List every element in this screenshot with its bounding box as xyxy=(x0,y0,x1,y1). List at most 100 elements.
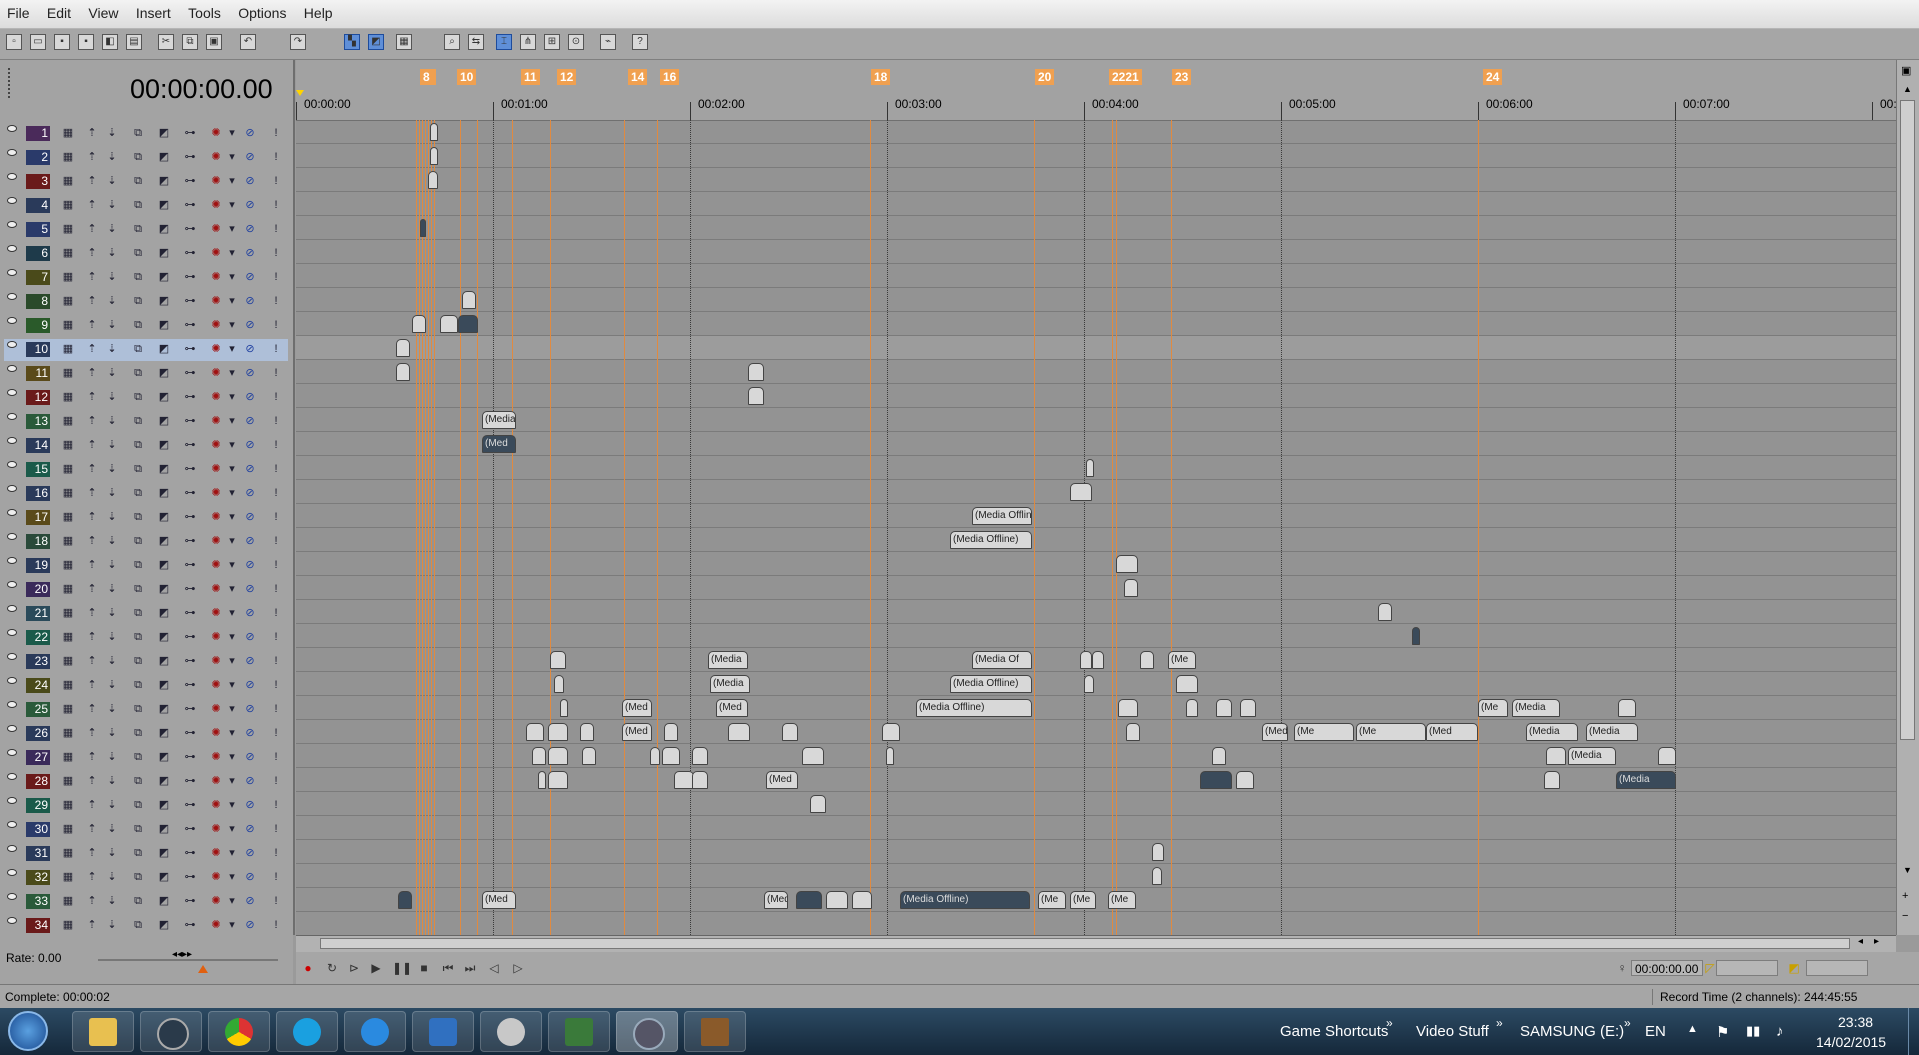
solo-icon[interactable]: ! xyxy=(270,319,282,331)
volume-icon[interactable]: ♪ xyxy=(1776,1023,1784,1040)
make-compositing-parent-icon[interactable]: ⇡ xyxy=(86,607,98,619)
solo-icon[interactable]: ! xyxy=(270,367,282,379)
menu-edit[interactable]: Edit xyxy=(40,0,78,26)
composite-mode-icon[interactable]: ▦ xyxy=(62,679,74,691)
make-compositing-parent-icon[interactable]: ⇡ xyxy=(86,319,98,331)
track-expand-icon[interactable] xyxy=(7,725,17,732)
media-clip[interactable] xyxy=(1140,651,1154,669)
make-compositing-parent-icon[interactable]: ⇡ xyxy=(86,559,98,571)
mute-icon[interactable]: ⊘ xyxy=(244,607,256,619)
make-compositing-child-icon[interactable]: ⇣ xyxy=(106,847,118,859)
track-header-5[interactable]: 5 ▦ ⇡ ⇣ ⧉ ◩ ⊶ ✺ ▾ ⊘! xyxy=(4,219,288,241)
track-expand-icon[interactable] xyxy=(7,197,17,204)
composite-mode-icon[interactable]: ▦ xyxy=(62,823,74,835)
track-motion-icon[interactable]: ⧉ xyxy=(132,751,144,763)
track-expand-icon[interactable] xyxy=(7,269,17,276)
audio-app-taskbar-icon[interactable] xyxy=(480,1011,542,1052)
expand-track-icon[interactable]: ⊶ xyxy=(184,343,196,355)
minecraft-taskbar-icon[interactable] xyxy=(684,1011,746,1052)
track-lane[interactable] xyxy=(296,792,1896,816)
menu-options[interactable]: Options xyxy=(231,0,293,26)
track-lane[interactable] xyxy=(296,360,1896,384)
hscroll-thumb[interactable] xyxy=(320,938,1850,949)
solo-icon[interactable]: ! xyxy=(270,895,282,907)
media-clip[interactable] xyxy=(560,699,568,717)
composite-mode-icon[interactable]: ▦ xyxy=(62,847,74,859)
marker-flag[interactable]: 12 xyxy=(557,69,577,85)
compositing-mode-icon[interactable]: ✺ xyxy=(210,487,222,499)
track-header-18[interactable]: 18 ▦ ⇡ ⇣ ⧉ ◩ ⊶ ✺ ▾ ⊘! xyxy=(4,531,288,553)
mute-icon[interactable]: ⊘ xyxy=(244,751,256,763)
mute-icon[interactable]: ⊘ xyxy=(244,319,256,331)
track-lane[interactable] xyxy=(296,264,1896,288)
track-header-24[interactable]: 24 ▦ ⇡ ⇣ ⧉ ◩ ⊶ ✺ ▾ ⊘! xyxy=(4,675,288,697)
dropdown-icon[interactable]: ▾ xyxy=(226,655,238,667)
track-fx-icon[interactable]: ◩ xyxy=(158,151,170,163)
compositing-mode-icon[interactable]: ✺ xyxy=(210,895,222,907)
solo-icon[interactable]: ! xyxy=(270,703,282,715)
media-clip[interactable] xyxy=(1658,747,1676,765)
make-compositing-child-icon[interactable]: ⇣ xyxy=(106,319,118,331)
solo-icon[interactable]: ! xyxy=(270,247,282,259)
expand-track-icon[interactable]: ⊶ xyxy=(184,607,196,619)
track-motion-icon[interactable]: ⧉ xyxy=(132,247,144,259)
composite-mode-icon[interactable]: ▦ xyxy=(62,319,74,331)
network-icon[interactable]: ▮▮ xyxy=(1746,1023,1760,1039)
track-lane[interactable] xyxy=(296,240,1896,264)
make-compositing-child-icon[interactable]: ⇣ xyxy=(106,559,118,571)
mute-icon[interactable]: ⊘ xyxy=(244,127,256,139)
track-fx-icon[interactable]: ◩ xyxy=(158,631,170,643)
expand-track-icon[interactable]: ⊶ xyxy=(184,751,196,763)
track-expand-icon[interactable] xyxy=(7,701,17,708)
vegas-taskbar-icon[interactable] xyxy=(616,1011,678,1052)
media-app-taskbar-icon[interactable] xyxy=(344,1011,406,1052)
track-header-15[interactable]: 15 ▦ ⇡ ⇣ ⧉ ◩ ⊶ ✺ ▾ ⊘! xyxy=(4,459,288,481)
composite-mode-icon[interactable]: ▦ xyxy=(62,271,74,283)
track-motion-icon[interactable]: ⧉ xyxy=(132,319,144,331)
media-clip[interactable]: (Media Offline) xyxy=(916,699,1032,717)
make-compositing-parent-icon[interactable]: ⇡ xyxy=(86,271,98,283)
track-motion-icon[interactable]: ⧉ xyxy=(132,847,144,859)
media-clip[interactable]: (Med xyxy=(766,771,798,789)
new-project-icon[interactable]: ▫ xyxy=(6,34,22,50)
mute-icon[interactable]: ⊘ xyxy=(244,439,256,451)
media-player-taskbar-icon[interactable] xyxy=(412,1011,474,1052)
expand-track-icon[interactable]: ⊶ xyxy=(184,727,196,739)
media-clip[interactable]: (Med xyxy=(622,723,652,741)
dropdown-icon[interactable]: ▾ xyxy=(226,223,238,235)
solo-icon[interactable]: ! xyxy=(270,631,282,643)
action-center-flag-icon[interactable]: ⚑ xyxy=(1716,1023,1729,1041)
media-clip[interactable] xyxy=(1086,459,1094,477)
track-fx-icon[interactable]: ◩ xyxy=(158,919,170,931)
mute-icon[interactable]: ⊘ xyxy=(244,151,256,163)
make-compositing-parent-icon[interactable]: ⇡ xyxy=(86,655,98,667)
make-compositing-child-icon[interactable]: ⇣ xyxy=(106,199,118,211)
steam-taskbar-icon[interactable] xyxy=(140,1011,202,1052)
track-expand-icon[interactable] xyxy=(7,149,17,156)
media-clip[interactable] xyxy=(1092,651,1104,669)
media-clip[interactable] xyxy=(650,747,660,765)
track-expand-icon[interactable] xyxy=(7,125,17,132)
save-as-icon[interactable]: ▪ xyxy=(78,34,94,50)
media-clip[interactable] xyxy=(1070,483,1092,501)
track-lane[interactable] xyxy=(296,816,1896,840)
expand-track-icon[interactable]: ⊶ xyxy=(184,703,196,715)
media-clip[interactable] xyxy=(886,747,894,765)
make-compositing-child-icon[interactable]: ⇣ xyxy=(106,871,118,883)
mute-icon[interactable]: ⊘ xyxy=(244,823,256,835)
track-fx-icon[interactable]: ◩ xyxy=(158,751,170,763)
solo-icon[interactable]: ! xyxy=(270,415,282,427)
track-expand-icon[interactable] xyxy=(7,629,17,636)
snapping-icon[interactable]: ⇆ xyxy=(468,34,484,50)
composite-mode-icon[interactable]: ▦ xyxy=(62,535,74,547)
expand-track-icon[interactable]: ⊶ xyxy=(184,655,196,667)
media-clip[interactable] xyxy=(674,771,694,789)
track-header-9[interactable]: 9 ▦ ⇡ ⇣ ⧉ ◩ ⊶ ✺ ▾ ⊘! xyxy=(4,315,288,337)
track-header-8[interactable]: 8 ▦ ⇡ ⇣ ⧉ ◩ ⊶ ✺ ▾ ⊘! xyxy=(4,291,288,313)
compositing-mode-icon[interactable]: ✺ xyxy=(210,439,222,451)
media-clip[interactable]: (Med xyxy=(482,435,516,453)
menu-file[interactable]: File xyxy=(0,0,37,26)
solo-icon[interactable]: ! xyxy=(270,223,282,235)
scroll-left-icon[interactable]: ◂ xyxy=(1858,936,1863,947)
composite-mode-icon[interactable]: ▦ xyxy=(62,775,74,787)
